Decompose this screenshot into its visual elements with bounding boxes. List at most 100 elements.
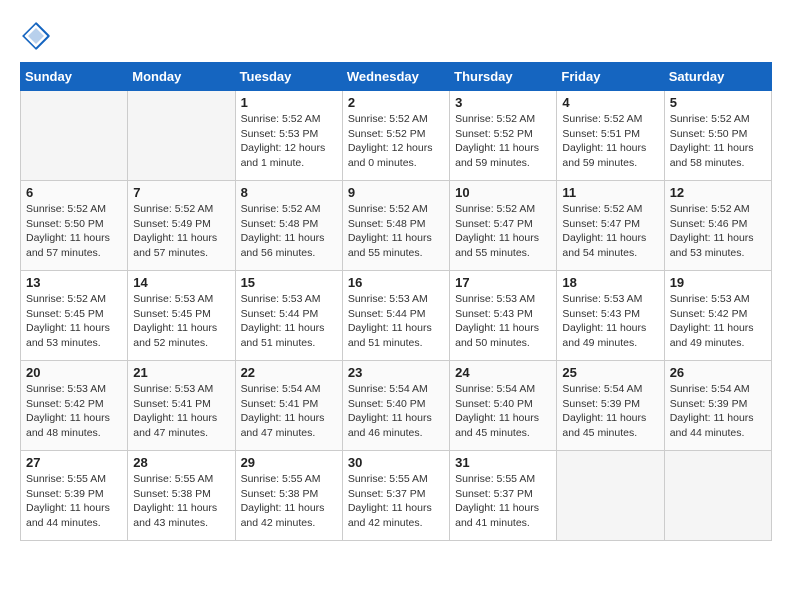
day-info: Sunrise: 5:52 AM Sunset: 5:47 PM Dayligh… [455, 202, 551, 261]
day-number: 10 [455, 185, 551, 200]
day-number: 8 [241, 185, 337, 200]
column-header-thursday: Thursday [450, 63, 557, 91]
calendar-header: SundayMondayTuesdayWednesdayThursdayFrid… [21, 63, 772, 91]
column-header-saturday: Saturday [664, 63, 771, 91]
day-info: Sunrise: 5:53 AM Sunset: 5:41 PM Dayligh… [133, 382, 229, 441]
day-number: 16 [348, 275, 444, 290]
calendar-cell: 19 Sunrise: 5:53 AM Sunset: 5:42 PM Dayli… [664, 271, 771, 361]
day-info: Sunrise: 5:53 AM Sunset: 5:42 PM Dayligh… [670, 292, 766, 351]
day-info: Sunrise: 5:52 AM Sunset: 5:51 PM Dayligh… [562, 112, 658, 171]
day-number: 26 [670, 365, 766, 380]
day-info: Sunrise: 5:53 AM Sunset: 5:45 PM Dayligh… [133, 292, 229, 351]
calendar-cell: 7Sunrise: 5:52 AM Sunset: 5:49 PM Daylig… [128, 181, 235, 271]
day-info: Sunrise: 5:54 AM Sunset: 5:40 PM Dayligh… [455, 382, 551, 441]
day-number: 12 [670, 185, 766, 200]
week-row: 13Sunrise: 5:52 AM Sunset: 5:45 PM Dayli… [21, 271, 772, 361]
header-row: SundayMondayTuesdayWednesdayThursdayFrid… [21, 63, 772, 91]
calendar-cell: 6Sunrise: 5:52 AM Sunset: 5:50 PM Daylig… [21, 181, 128, 271]
day-number: 24 [455, 365, 551, 380]
column-header-friday: Friday [557, 63, 664, 91]
day-number: 22 [241, 365, 337, 380]
day-info: Sunrise: 5:55 AM Sunset: 5:38 PM Dayligh… [133, 472, 229, 531]
day-info: Sunrise: 5:52 AM Sunset: 5:45 PM Dayligh… [26, 292, 122, 351]
calendar-cell: 24 Sunrise: 5:54 AM Sunset: 5:40 PM Dayli… [450, 361, 557, 451]
calendar-cell: 30 Sunrise: 5:55 AM Sunset: 5:37 PM Dayli… [342, 451, 449, 541]
column-header-tuesday: Tuesday [235, 63, 342, 91]
page-header [20, 20, 772, 52]
day-number: 1 [241, 95, 337, 110]
day-number: 4 [562, 95, 658, 110]
week-row: 27 Sunrise: 5:55 AM Sunset: 5:39 PM Dayli… [21, 451, 772, 541]
day-info: Sunrise: 5:53 AM Sunset: 5:43 PM Dayligh… [455, 292, 551, 351]
day-info: Sunrise: 5:53 AM Sunset: 5:44 PM Dayligh… [241, 292, 337, 351]
day-number: 3 [455, 95, 551, 110]
week-row: 1 Sunrise: 5:52 AM Sunset: 5:53 PM Daylig… [21, 91, 772, 181]
calendar-cell: 17 Sunrise: 5:53 AM Sunset: 5:43 PM Dayli… [450, 271, 557, 361]
calendar-cell: 1 Sunrise: 5:52 AM Sunset: 5:53 PM Daylig… [235, 91, 342, 181]
week-row: 20 Sunrise: 5:53 AM Sunset: 5:42 PM Dayli… [21, 361, 772, 451]
calendar-cell [128, 91, 235, 181]
day-info: Sunrise: 5:55 AM Sunset: 5:37 PM Dayligh… [348, 472, 444, 531]
calendar-cell: 15 Sunrise: 5:53 AM Sunset: 5:44 PM Dayli… [235, 271, 342, 361]
day-info: Sunrise: 5:52 AM Sunset: 5:48 PM Dayligh… [241, 202, 337, 261]
day-number: 20 [26, 365, 122, 380]
calendar-cell [557, 451, 664, 541]
day-number: 30 [348, 455, 444, 470]
day-info: Sunrise: 5:52 AM Sunset: 5:52 PM Dayligh… [455, 112, 551, 171]
week-row: 6Sunrise: 5:52 AM Sunset: 5:50 PM Daylig… [21, 181, 772, 271]
day-info: Sunrise: 5:53 AM Sunset: 5:42 PM Dayligh… [26, 382, 122, 441]
calendar-cell: 25 Sunrise: 5:54 AM Sunset: 5:39 PM Dayli… [557, 361, 664, 451]
calendar-cell [21, 91, 128, 181]
column-header-wednesday: Wednesday [342, 63, 449, 91]
calendar-cell [664, 451, 771, 541]
calendar-cell: 8 Sunrise: 5:52 AM Sunset: 5:48 PM Daylig… [235, 181, 342, 271]
calendar-cell: 5Sunrise: 5:52 AM Sunset: 5:50 PM Daylig… [664, 91, 771, 181]
day-info: Sunrise: 5:52 AM Sunset: 5:52 PM Dayligh… [348, 112, 444, 171]
logo [20, 20, 56, 52]
day-number: 21 [133, 365, 229, 380]
day-number: 18 [562, 275, 658, 290]
calendar-cell: 21 Sunrise: 5:53 AM Sunset: 5:41 PM Dayli… [128, 361, 235, 451]
day-info: Sunrise: 5:55 AM Sunset: 5:39 PM Dayligh… [26, 472, 122, 531]
calendar-cell: 9Sunrise: 5:52 AM Sunset: 5:48 PM Daylig… [342, 181, 449, 271]
day-number: 14 [133, 275, 229, 290]
day-info: Sunrise: 5:52 AM Sunset: 5:53 PM Dayligh… [241, 112, 337, 171]
logo-icon [20, 20, 52, 52]
day-number: 31 [455, 455, 551, 470]
day-number: 19 [670, 275, 766, 290]
calendar-cell: 22Sunrise: 5:54 AM Sunset: 5:41 PM Dayli… [235, 361, 342, 451]
calendar-cell: 29 Sunrise: 5:55 AM Sunset: 5:38 PM Dayli… [235, 451, 342, 541]
calendar-cell: 2 Sunrise: 5:52 AM Sunset: 5:52 PM Daylig… [342, 91, 449, 181]
day-info: Sunrise: 5:53 AM Sunset: 5:43 PM Dayligh… [562, 292, 658, 351]
day-info: Sunrise: 5:54 AM Sunset: 5:40 PM Dayligh… [348, 382, 444, 441]
column-header-sunday: Sunday [21, 63, 128, 91]
day-info: Sunrise: 5:52 AM Sunset: 5:47 PM Dayligh… [562, 202, 658, 261]
day-info: Sunrise: 5:54 AM Sunset: 5:39 PM Dayligh… [670, 382, 766, 441]
day-info: Sunrise: 5:52 AM Sunset: 5:46 PM Dayligh… [670, 202, 766, 261]
day-info: Sunrise: 5:52 AM Sunset: 5:49 PM Dayligh… [133, 202, 229, 261]
day-number: 25 [562, 365, 658, 380]
day-number: 2 [348, 95, 444, 110]
day-number: 23 [348, 365, 444, 380]
calendar-cell: 12 Sunrise: 5:52 AM Sunset: 5:46 PM Dayli… [664, 181, 771, 271]
calendar-cell: 18 Sunrise: 5:53 AM Sunset: 5:43 PM Dayli… [557, 271, 664, 361]
day-number: 17 [455, 275, 551, 290]
calendar-cell: 10 Sunrise: 5:52 AM Sunset: 5:47 PM Dayli… [450, 181, 557, 271]
calendar-cell: 16Sunrise: 5:53 AM Sunset: 5:44 PM Dayli… [342, 271, 449, 361]
day-number: 27 [26, 455, 122, 470]
calendar-cell: 11 Sunrise: 5:52 AM Sunset: 5:47 PM Dayli… [557, 181, 664, 271]
day-number: 29 [241, 455, 337, 470]
day-info: Sunrise: 5:52 AM Sunset: 5:50 PM Dayligh… [670, 112, 766, 171]
calendar-cell: 3 Sunrise: 5:52 AM Sunset: 5:52 PM Daylig… [450, 91, 557, 181]
day-number: 15 [241, 275, 337, 290]
calendar-body: 1 Sunrise: 5:52 AM Sunset: 5:53 PM Daylig… [21, 91, 772, 541]
day-number: 6 [26, 185, 122, 200]
day-number: 11 [562, 185, 658, 200]
calendar-cell: 14 Sunrise: 5:53 AM Sunset: 5:45 PM Dayli… [128, 271, 235, 361]
column-header-monday: Monday [128, 63, 235, 91]
day-info: Sunrise: 5:54 AM Sunset: 5:39 PM Dayligh… [562, 382, 658, 441]
day-number: 9 [348, 185, 444, 200]
day-info: Sunrise: 5:55 AM Sunset: 5:38 PM Dayligh… [241, 472, 337, 531]
calendar-cell: 23 Sunrise: 5:54 AM Sunset: 5:40 PM Dayli… [342, 361, 449, 451]
calendar-cell: 27 Sunrise: 5:55 AM Sunset: 5:39 PM Dayli… [21, 451, 128, 541]
